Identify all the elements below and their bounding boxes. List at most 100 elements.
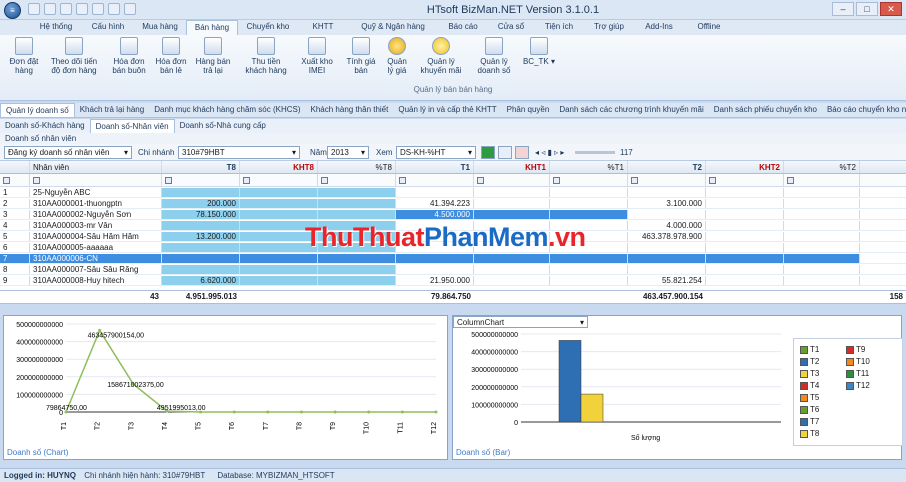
table-cell[interactable] — [784, 210, 860, 219]
tab-phan-quyen[interactable]: Phân quyền — [502, 103, 555, 117]
menu-chuyen-kho[interactable]: Chuyển kho — [238, 20, 298, 35]
filter-row-icon[interactable] — [0, 174, 30, 186]
table-cell[interactable] — [550, 265, 628, 274]
table-cell[interactable] — [784, 254, 860, 263]
table-cell[interactable] — [474, 188, 550, 197]
table-cell[interactable] — [162, 221, 240, 230]
filter-cell[interactable] — [474, 174, 550, 186]
table-cell[interactable] — [706, 254, 784, 263]
menu-cua-so[interactable]: Cửa sổ — [488, 20, 534, 35]
ribbon-don-dat-hang[interactable]: Đơn đặt hàng — [4, 37, 44, 75]
filter-cell[interactable] — [396, 174, 474, 186]
table-cell[interactable] — [318, 199, 396, 208]
table-cell[interactable]: 25-Nguyễn ABC — [30, 188, 162, 197]
table-cell[interactable] — [784, 199, 860, 208]
table-cell[interactable] — [474, 210, 550, 219]
table-row[interactable]: 3 310AA000002-Nguyễn Sơn 78.150.000 4.500.0… — [0, 210, 906, 220]
menu-tien-ich[interactable]: Tiện ích — [534, 20, 584, 35]
table-cell[interactable] — [706, 199, 784, 208]
table-cell[interactable] — [706, 210, 784, 219]
table-cell[interactable]: 21.950.000 — [396, 276, 474, 285]
menu-tro-giup[interactable]: Trợ giúp — [584, 20, 634, 35]
table-cell[interactable] — [628, 265, 706, 274]
subtab-doanh-so-nhan-vien[interactable]: Doanh số-Nhân viên — [89, 119, 175, 133]
table-cell[interactable] — [706, 243, 784, 252]
table-cell[interactable] — [706, 221, 784, 230]
table-cell[interactable] — [396, 188, 474, 197]
col-header-t2[interactable]: T2 — [628, 161, 706, 173]
table-cell[interactable] — [550, 188, 628, 197]
table-cell[interactable] — [474, 199, 550, 208]
table-cell[interactable] — [162, 265, 240, 274]
table-cell[interactable]: 310AA000007-Sâu Sâu Răng — [30, 265, 162, 274]
col-header-pct-t1[interactable]: %T1 — [550, 161, 628, 173]
table-cell[interactable] — [474, 276, 550, 285]
table-cell[interactable] — [784, 276, 860, 285]
table-cell[interactable]: 310AA000003-mr Vân — [30, 221, 162, 230]
table-cell[interactable]: 3.100.000 — [628, 199, 706, 208]
register-select[interactable]: Đăng ký doanh số nhân viên ▾ — [4, 146, 132, 159]
table-cell[interactable] — [240, 199, 318, 208]
table-cell[interactable]: 7 — [0, 254, 30, 263]
table-cell[interactable]: 4 — [0, 221, 30, 230]
menu-he-thong[interactable]: Hệ thống — [30, 20, 82, 35]
year-select[interactable]: 2013 ▾ — [327, 146, 369, 159]
tab-phieu-chuyen-kho[interactable]: Danh sách phiếu chuyển kho — [709, 103, 822, 117]
filter-cell[interactable] — [784, 174, 860, 186]
table-cell[interactable] — [706, 265, 784, 274]
table-cell[interactable]: 310AA000008-Huy hitech — [30, 276, 162, 285]
ribbon-quan-ly-khuyen-mai[interactable]: Quản lý khuyến mãi — [418, 37, 464, 75]
table-cell[interactable]: 4.500.000 — [396, 210, 474, 219]
table-cell[interactable] — [550, 199, 628, 208]
table-cell[interactable]: 2 — [0, 199, 30, 208]
table-cell[interactable] — [396, 254, 474, 263]
table-cell[interactable] — [784, 188, 860, 197]
col-header-t1[interactable]: T1 — [396, 161, 474, 173]
col-header-pct-t2[interactable]: %T2 — [784, 161, 860, 173]
table-cell[interactable] — [240, 265, 318, 274]
table-cell[interactable]: 310AA000001-thuongptn — [30, 199, 162, 208]
filter-cell[interactable] — [550, 174, 628, 186]
menu-bao-cao[interactable]: Báo cáo — [438, 20, 488, 35]
menu-khtt[interactable]: KHTT — [298, 20, 348, 35]
subtab-doanh-so-nha-cung-cap[interactable]: Doanh số-Nhà cung cấp — [175, 119, 271, 133]
table-cell[interactable] — [784, 221, 860, 230]
filter-cell[interactable] — [30, 174, 162, 186]
table-cell[interactable]: 310AA000005-aaaaaa — [30, 243, 162, 252]
table-cell[interactable] — [628, 243, 706, 252]
filter-cell[interactable] — [318, 174, 396, 186]
close-button[interactable]: ✕ — [880, 2, 902, 16]
pager-slider[interactable] — [575, 151, 615, 154]
table-cell[interactable] — [162, 254, 240, 263]
ribbon-bc-tk[interactable]: BC_TK ▾ — [522, 37, 556, 66]
menu-offline[interactable]: Offline — [684, 20, 734, 35]
table-cell[interactable] — [240, 276, 318, 285]
table-cell[interactable]: 463.378.978.900 — [628, 232, 706, 241]
table-cell[interactable]: 310AA000004-Sâu Hăm Hăm — [30, 232, 162, 241]
table-cell[interactable] — [628, 210, 706, 219]
ribbon-thu-tien-khach-hang[interactable]: Thu tiền khách hàng — [240, 37, 292, 75]
ribbon-quan-ly-doanh-so[interactable]: Quản lý doanh số — [472, 37, 516, 75]
ribbon-hoa-don-ban-buon[interactable]: Hóa đơn bán buôn — [108, 37, 150, 75]
table-cell[interactable]: 55.821.254 — [628, 276, 706, 285]
table-cell[interactable] — [628, 254, 706, 263]
tab-in-cap-the-khtt[interactable]: Quản lý in và cấp thẻ KHTT — [393, 103, 501, 117]
ribbon-quan-ly-gia[interactable]: Quản lý giá — [380, 37, 414, 75]
ribbon-hang-ban-tra-lai[interactable]: Hàng bán trả lại — [192, 37, 234, 75]
menu-ban-hang[interactable]: Bán hàng — [186, 20, 238, 35]
subtab-doanh-so-khach-hang[interactable]: Doanh số-Khách hàng — [0, 119, 90, 133]
menu-cau-hinh[interactable]: Cấu hình — [82, 20, 134, 35]
table-cell[interactable]: 9 — [0, 276, 30, 285]
table-cell[interactable]: 13.200.000 — [162, 232, 240, 241]
table-cell[interactable] — [162, 188, 240, 197]
filter-cell[interactable] — [706, 174, 784, 186]
minimize-button[interactable]: – — [832, 2, 854, 16]
table-row[interactable]: 7 310AA000006-CN — [0, 254, 906, 264]
table-cell[interactable]: 200.000 — [162, 199, 240, 208]
filter-cell[interactable] — [162, 174, 240, 186]
ribbon-theo-doi-tien-do[interactable]: Theo dõi tiến độ đơn hàng — [46, 37, 102, 75]
col-header-t8[interactable]: T8 — [162, 161, 240, 173]
table-cell[interactable] — [474, 265, 550, 274]
table-cell[interactable] — [318, 210, 396, 219]
table-cell[interactable] — [396, 265, 474, 274]
